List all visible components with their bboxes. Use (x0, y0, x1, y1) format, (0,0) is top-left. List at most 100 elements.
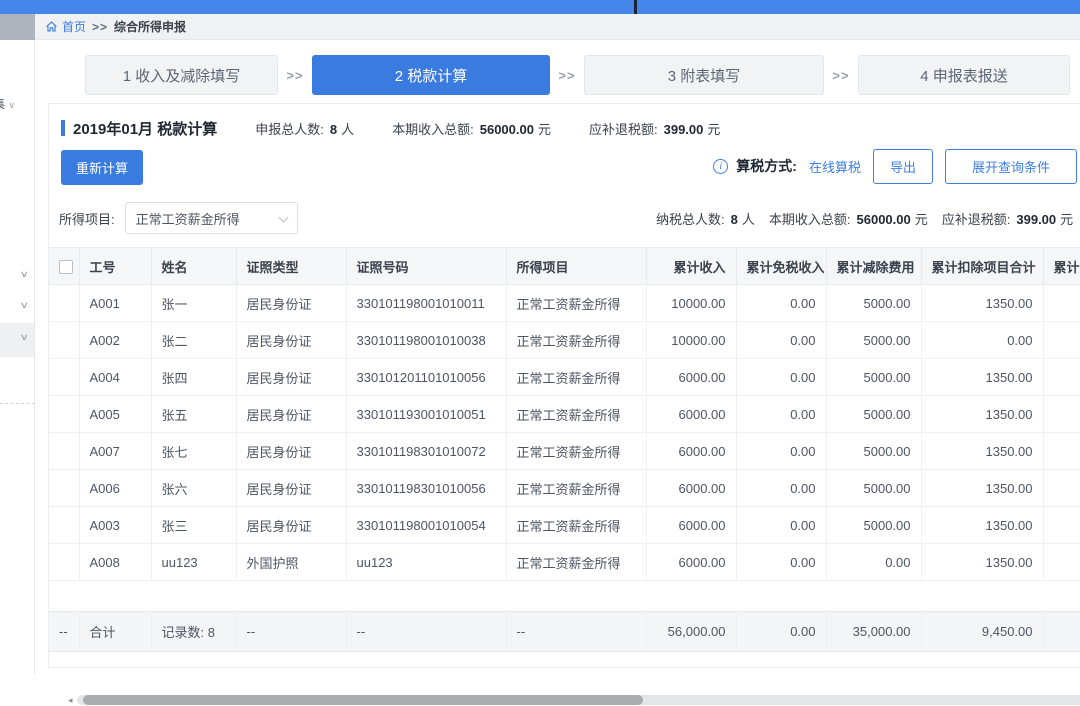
stat-declared-people: 申报总人数: 8 人 (255, 119, 354, 138)
summary-cell: 记录数: 8 (151, 612, 236, 652)
table-row[interactable]: A003张三居民身份证330101198001010054正常工资薪金所得600… (49, 507, 1080, 544)
scrollbar-track[interactable] (77, 695, 1080, 705)
table-cell (49, 433, 79, 470)
horizontal-scrollbar[interactable]: ◂ (68, 694, 1080, 706)
table-cell: 正常工资薪金所得 (506, 285, 646, 322)
chevron-down-icon[interactable]: ∨ (20, 269, 29, 280)
summary-cell: -- (506, 612, 646, 652)
stat-unit: 元 (915, 209, 928, 228)
table-body: A001张一居民身份证330101198001010011正常工资薪金所得100… (49, 285, 1080, 581)
table-cell: 1350.00 (921, 470, 1043, 507)
table-cell: A002 (79, 322, 151, 359)
stat-label: 应补退税额: (589, 119, 658, 138)
table-row[interactable]: A002张二居民身份证330101198001010038正常工资薪金所得100… (49, 322, 1080, 359)
main-content: 1 收入及减除填写 >> 2 税款计算 >> 3 附表填写 >> 4 申报表报送… (35, 40, 1080, 674)
corner-block (0, 14, 35, 40)
breadcrumb-home-label[interactable]: 首页 (62, 18, 86, 35)
stat-value: 8 (330, 122, 337, 137)
tax-mode-link[interactable]: 在线算税 (809, 157, 861, 176)
table-cell: 6000.00 (646, 433, 736, 470)
stat-value: 8 (731, 212, 738, 227)
column-header: 姓名 (151, 248, 236, 285)
summary-cell: 合计 (79, 612, 151, 652)
step-1-income-deduction[interactable]: 1 收入及减除填写 (85, 55, 278, 95)
table-row[interactable]: A006张六居民身份证330101198301010056正常工资薪金所得600… (49, 470, 1080, 507)
table-cell: 张四 (151, 359, 236, 396)
table-row[interactable]: A005张五居民身份证330101193001010051正常工资薪金所得600… (49, 396, 1080, 433)
table-cell: A005 (79, 396, 151, 433)
export-button[interactable]: 导出 (873, 149, 933, 184)
employee-tax-table: 工号姓名证照类型证照号码所得项目累计收入累计免税收入累计减除费用累计扣除项目合计… (49, 247, 1080, 652)
table-row[interactable]: A007张七居民身份证330101198301010072正常工资薪金所得600… (49, 433, 1080, 470)
table-cell: 330101198301010056 (346, 470, 506, 507)
table-cell: 5000.00 (826, 285, 921, 322)
table-cell: 0.00 (736, 507, 826, 544)
table-cell: 居民身份证 (236, 285, 346, 322)
breadcrumb-home-link[interactable]: 首页 (45, 18, 86, 35)
table-cell: 6000.00 (646, 544, 736, 581)
table-cell: 正常工资薪金所得 (506, 396, 646, 433)
table-cell (1043, 396, 1080, 433)
recalculate-button[interactable]: 重新计算 (61, 150, 143, 185)
table-row[interactable]: A004张四居民身份证330101201101010056正常工资薪金所得600… (49, 359, 1080, 396)
table-cell: 1350.00 (921, 396, 1043, 433)
table-cell: 张六 (151, 470, 236, 507)
stat-label: 本期收入总额: (392, 119, 474, 138)
step-2-tax-calculation[interactable]: 2 税款计算 (312, 55, 550, 95)
table-cell: 0.00 (736, 433, 826, 470)
income-item-select[interactable]: 正常工资薪金所得 (125, 202, 298, 234)
breadcrumb: 首页 >> 综合所得申报 (0, 14, 1080, 40)
column-header: 证照类型 (236, 248, 346, 285)
summary-cell: -- (49, 612, 79, 652)
summary-cell (1043, 612, 1080, 652)
table-cell (1043, 507, 1080, 544)
table-spacer-row (49, 581, 1080, 612)
table-cell: 居民身份证 (236, 322, 346, 359)
table-row[interactable]: A001张一居民身份证330101198001010011正常工资薪金所得100… (49, 285, 1080, 322)
stat-value: 399.00 (1016, 212, 1056, 227)
table-cell: 0.00 (736, 359, 826, 396)
step-3-attached-forms[interactable]: 3 附表填写 (584, 55, 824, 95)
table-cell: 张一 (151, 285, 236, 322)
table-cell: 居民身份证 (236, 470, 346, 507)
toolbar-right: i 算税方式: 在线算税 导出 展开查询条件 (713, 150, 1077, 182)
top-blue-bar (0, 0, 1080, 14)
table-cell: 正常工资薪金所得 (506, 322, 646, 359)
table-cell (1043, 544, 1080, 581)
table-cell (49, 507, 79, 544)
table-cell: 6000.00 (646, 359, 736, 396)
table-cell: 居民身份证 (236, 433, 346, 470)
chevron-down-icon (278, 213, 288, 223)
sidebar-item-highlighted[interactable]: ∨ (0, 323, 35, 357)
sidebar-item-collapsed[interactable]: 集 ∨ (0, 95, 35, 112)
table-cell: 1350.00 (921, 507, 1043, 544)
table-cell (49, 470, 79, 507)
stat-label: 纳税总人数: (656, 209, 725, 228)
stat-unit: 人 (341, 119, 354, 138)
table-cell: 330101201101010056 (346, 359, 506, 396)
select-all-checkbox[interactable] (59, 260, 73, 274)
table-cell (1043, 285, 1080, 322)
table-header-row: 工号姓名证照类型证照号码所得项目累计收入累计免税收入累计减除费用累计扣除项目合计… (49, 248, 1080, 285)
summary-cell: 56,000.00 (646, 612, 736, 652)
table-cell: 330101198001010054 (346, 507, 506, 544)
scrollbar-thumb[interactable] (83, 695, 643, 705)
table-row[interactable]: A008uu123外国护照uu123正常工资薪金所得6000.000.000.0… (49, 544, 1080, 581)
table-cell: A008 (79, 544, 151, 581)
expand-query-button[interactable]: 展开查询条件 (945, 149, 1077, 184)
info-icon[interactable]: i (713, 159, 728, 174)
sidebar: 集 ∨ ∨ ∨ ∨ (0, 40, 35, 674)
stat-period-income: 本期收入总额: 56000.00 元 (769, 209, 928, 228)
table-cell (49, 544, 79, 581)
table-cell: 5000.00 (826, 359, 921, 396)
table-cell: A006 (79, 470, 151, 507)
stat-label: 应补退税额: (942, 209, 1011, 228)
table-cell: 5000.00 (826, 507, 921, 544)
table-cell: 张五 (151, 396, 236, 433)
step-4-submit-return[interactable]: 4 申报表报送 (858, 55, 1070, 95)
stat-taxpayer-count: 纳税总人数: 8 人 (656, 209, 755, 228)
chevron-down-icon[interactable]: ∨ (20, 300, 29, 311)
table-cell: A007 (79, 433, 151, 470)
scroll-left-arrow-icon[interactable]: ◂ (68, 694, 73, 706)
filter-stats: 纳税总人数: 8 人 本期收入总额: 56000.00 元 应补退税额: 399… (656, 202, 1073, 234)
